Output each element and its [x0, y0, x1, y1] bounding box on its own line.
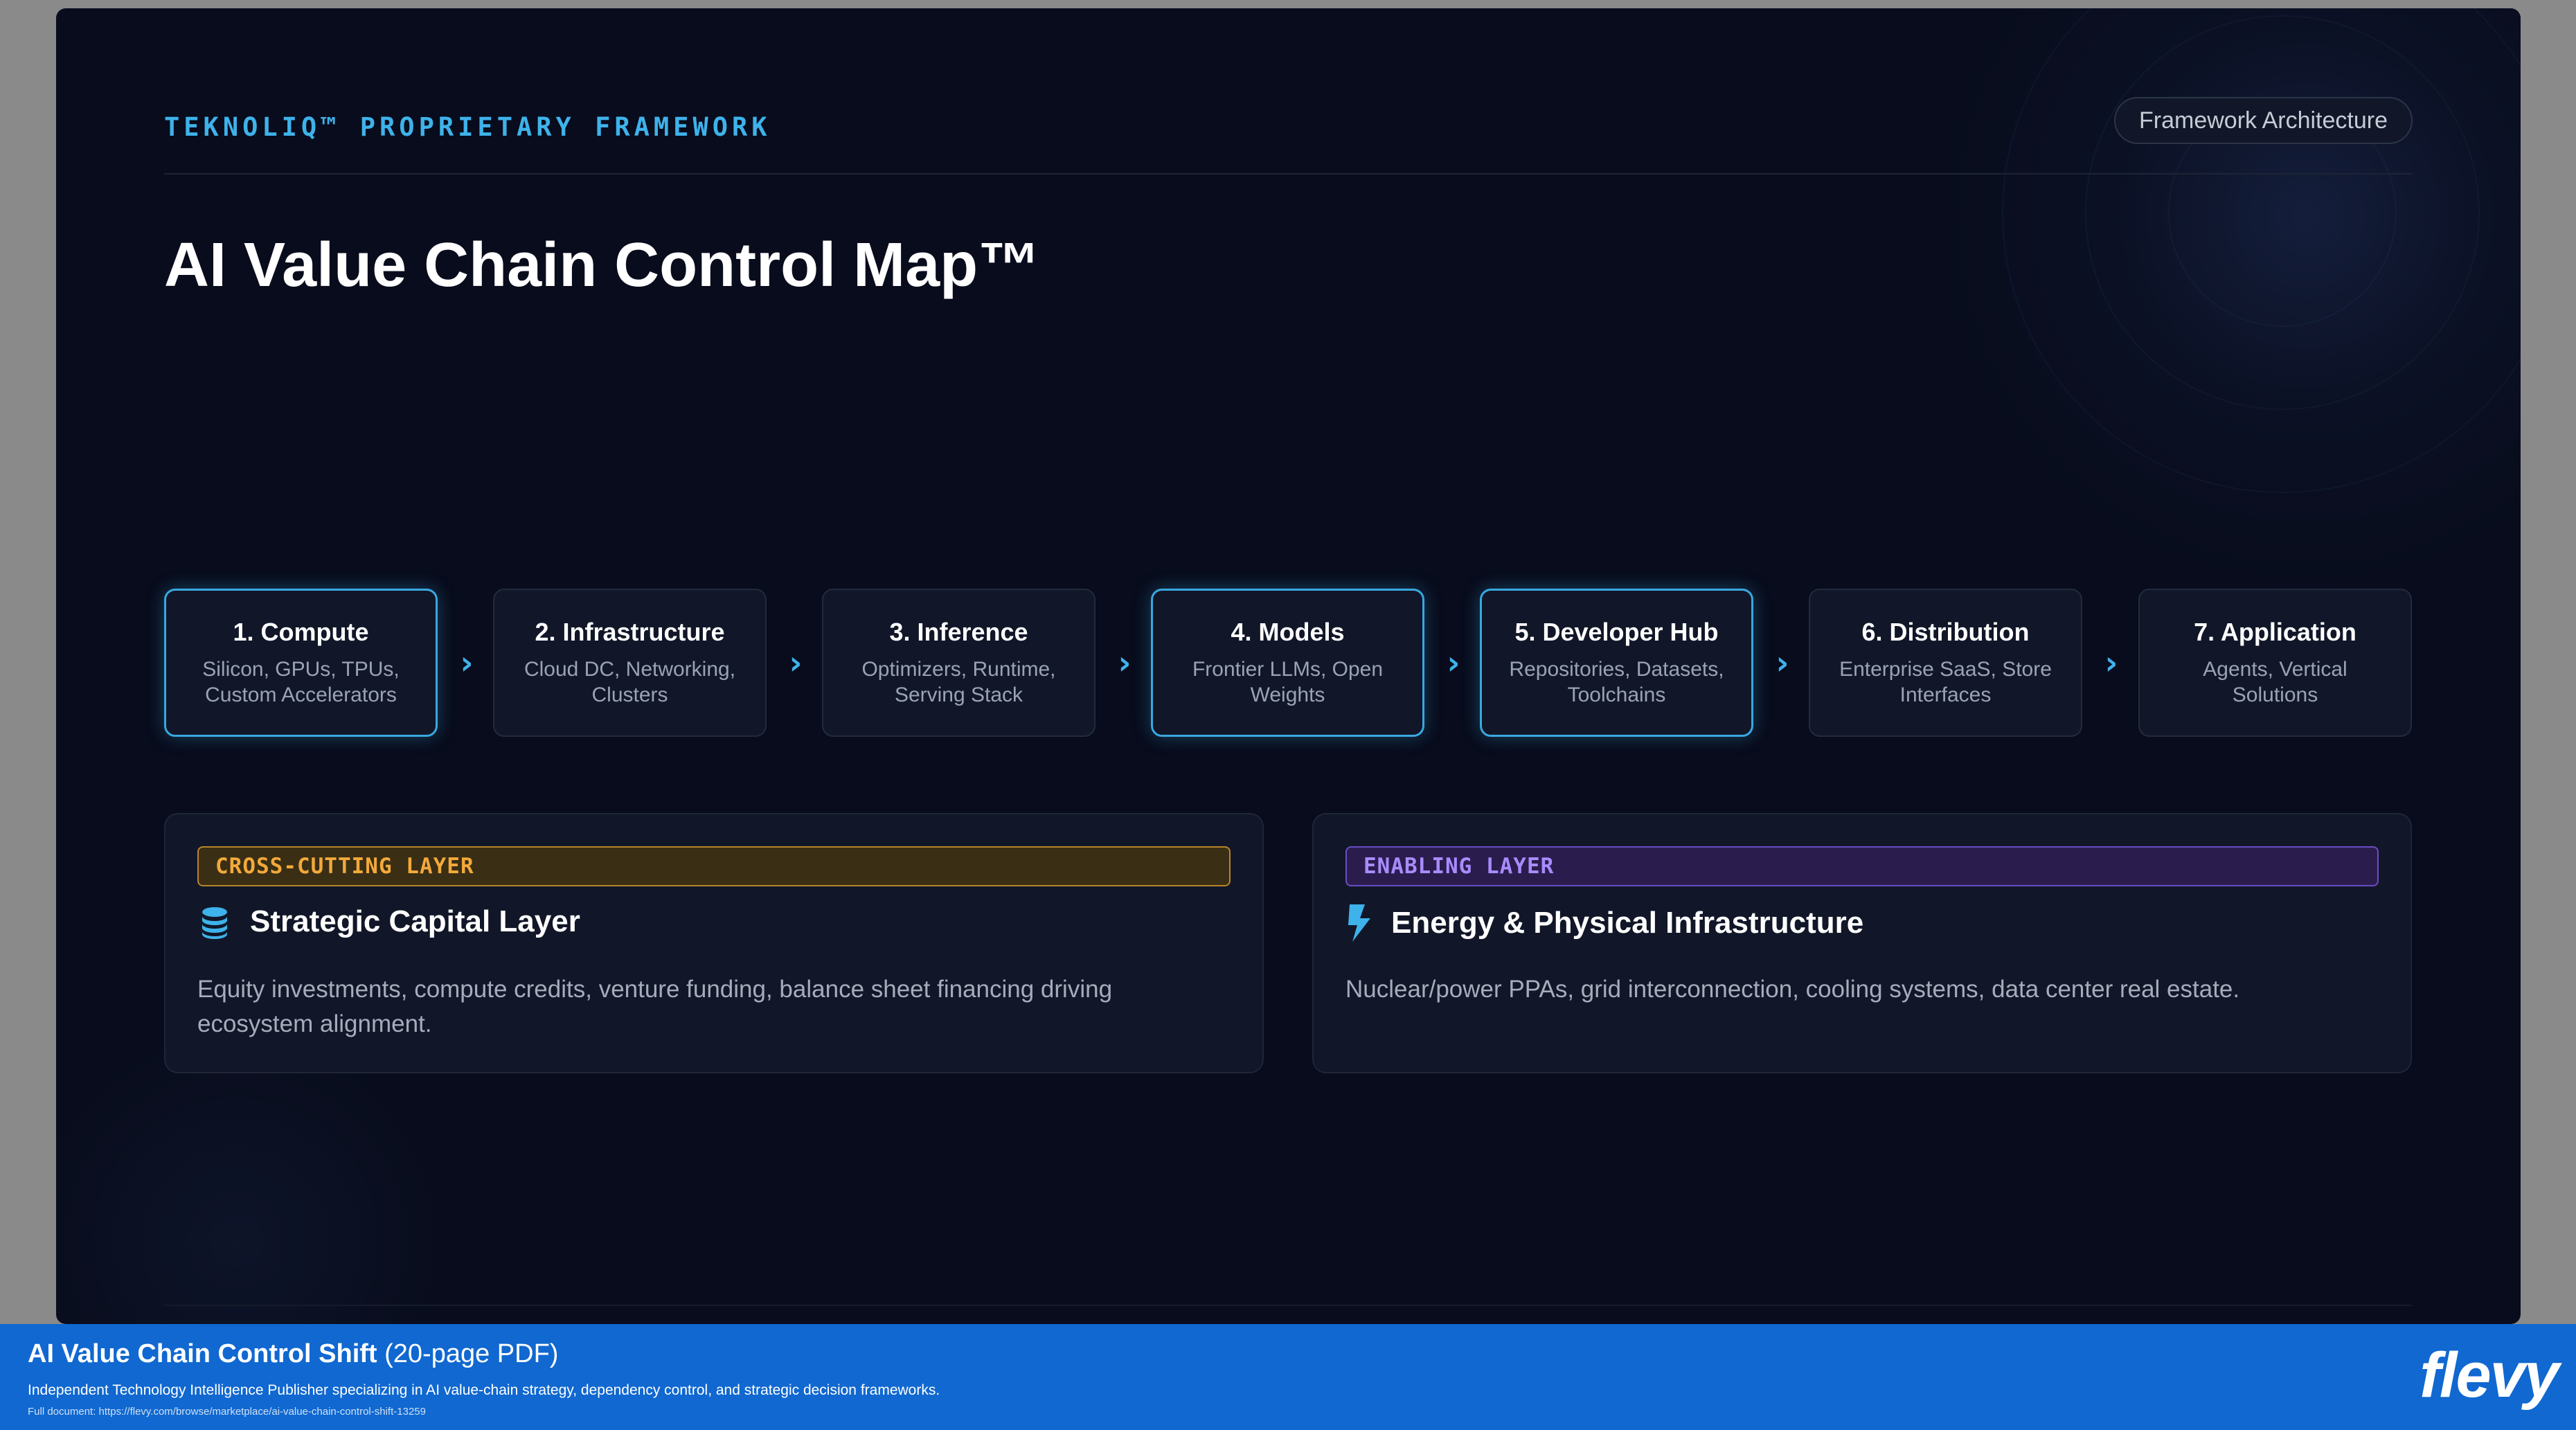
stage-distribution: 6. Distribution Enterprise SaaS, Store I…	[1809, 589, 2082, 737]
chevron-right-icon: ›	[789, 644, 803, 681]
layer-title: Energy & Physical Infrastructure	[1391, 906, 1864, 940]
stage-title: 6. Distribution	[1861, 618, 2030, 646]
enabling-layer-card: ENABLING LAYER Energy & Physical Infrast…	[1312, 813, 2412, 1073]
footer-divider	[164, 1305, 2413, 1306]
banner-title-rest: (20-page PDF)	[377, 1339, 559, 1368]
banner-title-bold: AI Value Chain Control Shift	[28, 1339, 377, 1368]
stage-title: 1. Compute	[233, 618, 369, 646]
layer-title: Strategic Capital Layer	[250, 904, 580, 938]
stage-application: 7. Application Agents, Vertical Solution…	[2138, 589, 2412, 737]
stage-desc: Frontier LLMs, Open Weights	[1192, 658, 1384, 706]
stage-title: 4. Models	[1231, 618, 1345, 646]
banner-link[interactable]: Full document: https://flevy.com/browse/…	[28, 1406, 426, 1418]
layer-heading: Strategic Capital Layer	[197, 904, 580, 939]
stage-desc: Optimizers, Runtime, Serving Stack	[861, 658, 1056, 706]
header-divider	[164, 173, 2413, 175]
flevy-banner: AI Value Chain Control Shift (20-page PD…	[0, 1324, 2576, 1430]
enabling-tag: ENABLING LAYER	[1345, 846, 2379, 886]
stage-infrastructure: 2. Infrastructure Cloud DC, Networking, …	[493, 589, 767, 737]
chevron-right-icon: ›	[1118, 644, 1132, 681]
value-chain-stages: 1. Compute Silicon, GPUs, TPUs, Custom A…	[164, 589, 2412, 737]
flevy-logo[interactable]: flevy	[2420, 1339, 2559, 1412]
framework-kicker: TEKNOLIQ™ PROPRIETARY FRAMEWORK	[164, 112, 771, 142]
stage-title: 2. Infrastructure	[535, 618, 725, 646]
cross-cutting-tag: CROSS-CUTTING LAYER	[197, 846, 1231, 886]
banner-subtitle: Independent Technology Intelligence Publ…	[28, 1382, 940, 1398]
decorative-ring	[2002, 8, 2521, 493]
chevron-right-icon: ›	[1447, 644, 1460, 681]
chevron-right-icon: ›	[2104, 644, 2118, 681]
layer-desc: Equity investments, compute credits, ven…	[197, 976, 1113, 1037]
stage-desc: Cloud DC, Networking, Clusters	[524, 658, 736, 706]
stage-desc: Enterprise SaaS, Store Interfaces	[1839, 658, 2052, 706]
coins-icon	[202, 907, 227, 939]
stage-compute: 1. Compute Silicon, GPUs, TPUs, Custom A…	[164, 589, 438, 737]
stage-inference: 3. Inference Optimizers, Runtime, Servin…	[822, 589, 1095, 737]
stage-title: 5. Developer Hub	[1514, 618, 1719, 646]
chevron-right-icon: ›	[460, 644, 474, 681]
stage-desc: Silicon, GPUs, TPUs, Custom Accelerators	[202, 658, 400, 706]
stage-desc: Agents, Vertical Solutions	[2203, 658, 2347, 706]
stage-models: 4. Models Frontier LLMs, Open Weights	[1151, 589, 1424, 737]
stage-developer-hub: 5. Developer Hub Repositories, Datasets,…	[1480, 589, 1753, 737]
lightning-icon	[1348, 904, 1370, 942]
page-title: AI Value Chain Control Map™	[164, 231, 1041, 300]
framework-architecture-badge: Framework Architecture	[2114, 97, 2413, 144]
stage-title: 3. Inference	[889, 618, 1028, 646]
banner-title: AI Value Chain Control Shift (20-page PD…	[28, 1339, 558, 1369]
cross-cutting-layer-card: CROSS-CUTTING LAYER Strategic Capital La…	[164, 813, 1264, 1073]
layer-desc: Nuclear/power PPAs, grid interconnection…	[1345, 976, 2240, 1003]
slide: TEKNOLIQ™ PROPRIETARY FRAMEWORK Framewor…	[56, 8, 2521, 1324]
chevron-right-icon: ›	[1776, 644, 1789, 681]
layer-heading: Energy & Physical Infrastructure	[1345, 904, 1863, 942]
stage-desc: Repositories, Datasets, Toolchains	[1509, 658, 1724, 706]
stage-title: 7. Application	[2194, 618, 2356, 646]
